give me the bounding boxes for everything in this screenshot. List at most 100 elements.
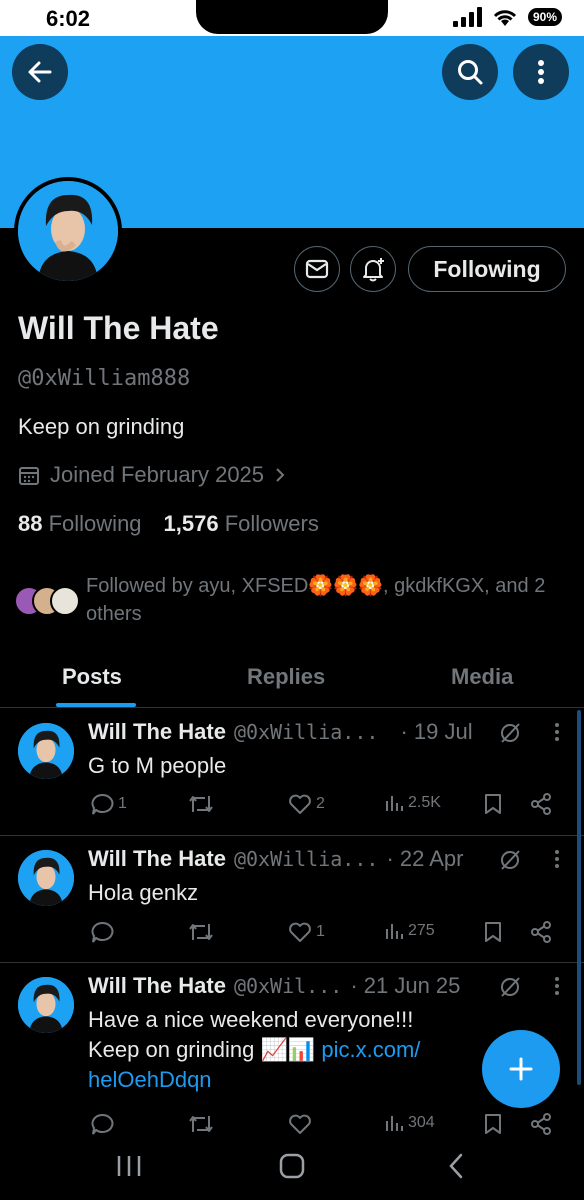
- view-count: 275: [408, 922, 435, 939]
- post-author-handle[interactable]: @0xWillia...: [234, 720, 379, 744]
- post-date[interactable]: · 21 Jun 25: [350, 973, 460, 999]
- search-button[interactable]: [442, 44, 498, 100]
- grok-icon[interactable]: [498, 848, 522, 872]
- share-icon[interactable]: [530, 793, 552, 815]
- views-button[interactable]: 304: [384, 1113, 435, 1133]
- post-date[interactable]: · 19 Jul: [400, 719, 472, 745]
- views-button[interactable]: 275: [384, 921, 435, 941]
- reply-count: 1: [118, 795, 127, 812]
- grok-icon[interactable]: [498, 975, 522, 999]
- battery-indicator: 90%: [527, 8, 562, 26]
- followed-by-row[interactable]: Followed by ayu, XFSED🏵️🏵️🏵️, gkdkfKGX, …: [14, 572, 574, 628]
- views-icon: [386, 796, 403, 811]
- repost-icon: [189, 1116, 213, 1132]
- post-actions: 1 2 2.5K: [88, 793, 558, 817]
- post-link[interactable]: helOehDdqn: [88, 1065, 488, 1095]
- post-more-icon[interactable]: [554, 721, 560, 743]
- post-text-line: Have a nice weekend everyone!!!: [88, 1007, 414, 1032]
- post-header: Will The Hate @0xWillia... · 19 Jul: [88, 719, 473, 745]
- post-actions: 1 275: [88, 921, 558, 945]
- avatar-portrait: [18, 723, 74, 779]
- post-text: G to M people: [88, 753, 227, 778]
- post-author-name[interactable]: Will The Hate: [88, 973, 226, 999]
- post-author-handle[interactable]: @0xWil...: [234, 974, 342, 998]
- post-text-line: Keep on grinding 📈📊: [88, 1037, 316, 1062]
- profile-tabs: Posts Replies Media: [0, 650, 584, 708]
- post-avatar[interactable]: [18, 723, 74, 779]
- post-actions: 304: [88, 1113, 558, 1137]
- share-icon[interactable]: [530, 1113, 552, 1135]
- share-icon[interactable]: [530, 921, 552, 943]
- avatar-portrait: [18, 977, 74, 1033]
- post-author-name[interactable]: Will The Hate: [88, 719, 226, 745]
- post-date[interactable]: · 22 Apr: [386, 846, 463, 872]
- followers-stat[interactable]: 1,576 Followers: [164, 511, 319, 537]
- post-avatar[interactable]: [18, 850, 74, 906]
- tab-replies[interactable]: Replies: [247, 664, 325, 690]
- envelope-icon: [305, 259, 329, 279]
- post-link[interactable]: pic.x.com/: [321, 1037, 420, 1062]
- active-tab-indicator: [56, 703, 136, 707]
- post-author-handle[interactable]: @0xWillia...: [234, 847, 379, 871]
- mini-avatar: [50, 586, 80, 616]
- repost-button[interactable]: [188, 1113, 218, 1135]
- compose-post-button[interactable]: [482, 1030, 560, 1108]
- tab-media[interactable]: Media: [451, 664, 513, 690]
- bookmark-icon[interactable]: [484, 1113, 502, 1135]
- repost-button[interactable]: [188, 793, 218, 815]
- post-header: Will The Hate @0xWillia... · 22 Apr: [88, 846, 463, 872]
- reply-button[interactable]: [90, 1113, 118, 1135]
- reply-icon: [91, 1113, 114, 1135]
- heart-icon: [289, 794, 311, 814]
- joined-date: Joined February 2025: [50, 462, 265, 487]
- post-item[interactable]: Will The Hate @0xWillia... · 19 Jul G to…: [0, 709, 584, 836]
- notifications-button[interactable]: [350, 246, 396, 292]
- views-icon: [386, 1116, 403, 1131]
- profile-bio: Keep on grinding: [18, 414, 185, 439]
- view-count: 304: [408, 1114, 435, 1131]
- back-nav-icon[interactable]: [446, 1150, 466, 1182]
- view-count: 2.5K: [408, 794, 441, 811]
- search-icon: [458, 60, 483, 85]
- post-more-icon[interactable]: [554, 975, 560, 997]
- like-button[interactable]: 2: [288, 793, 325, 815]
- recent-apps-icon[interactable]: [116, 1150, 142, 1182]
- profile-avatar[interactable]: [14, 177, 122, 285]
- avatar-portrait: [18, 850, 74, 906]
- like-button[interactable]: [288, 1113, 316, 1135]
- tab-posts[interactable]: Posts: [62, 664, 122, 690]
- joined-date-row[interactable]: Joined February 2025: [18, 462, 286, 488]
- post-author-name[interactable]: Will The Hate: [88, 846, 226, 872]
- home-icon[interactable]: [278, 1150, 306, 1182]
- status-time: 6:02: [46, 6, 91, 31]
- back-button[interactable]: [12, 44, 68, 100]
- bell-plus-icon: [363, 258, 384, 282]
- followed-by-avatars: [14, 582, 86, 622]
- following-stat[interactable]: 88 Following: [18, 511, 142, 537]
- views-button[interactable]: 2.5K: [384, 793, 441, 813]
- message-button[interactable]: [294, 246, 340, 292]
- grok-icon[interactable]: [498, 721, 522, 745]
- post-text: Hola genkz: [88, 880, 199, 905]
- reply-button[interactable]: 1: [90, 793, 127, 815]
- post-avatar[interactable]: [18, 977, 74, 1033]
- following-button[interactable]: Following: [408, 246, 566, 292]
- more-options-button[interactable]: [513, 44, 569, 100]
- followed-by-text: Followed by ayu, XFSED🏵️🏵️🏵️, gkdkfKGX, …: [86, 575, 546, 625]
- wifi-icon: [493, 10, 517, 26]
- heart-icon: [289, 922, 311, 942]
- vertical-dots-icon: [538, 60, 544, 84]
- scrollbar[interactable]: [577, 710, 581, 1085]
- repost-icon: [189, 924, 213, 940]
- post-item[interactable]: Will The Hate @0xWillia... · 22 Apr Hola…: [0, 836, 584, 963]
- back-arrow-icon: [28, 61, 52, 83]
- reply-icon: [91, 793, 114, 815]
- bookmark-icon[interactable]: [484, 793, 502, 815]
- reply-button[interactable]: [90, 921, 118, 943]
- bookmark-icon[interactable]: [484, 921, 502, 943]
- repost-button[interactable]: [188, 921, 218, 943]
- system-nav-bar: [0, 1136, 584, 1200]
- post-more-icon[interactable]: [554, 848, 560, 870]
- plus-icon: [509, 1057, 533, 1081]
- like-button[interactable]: 1: [288, 921, 325, 943]
